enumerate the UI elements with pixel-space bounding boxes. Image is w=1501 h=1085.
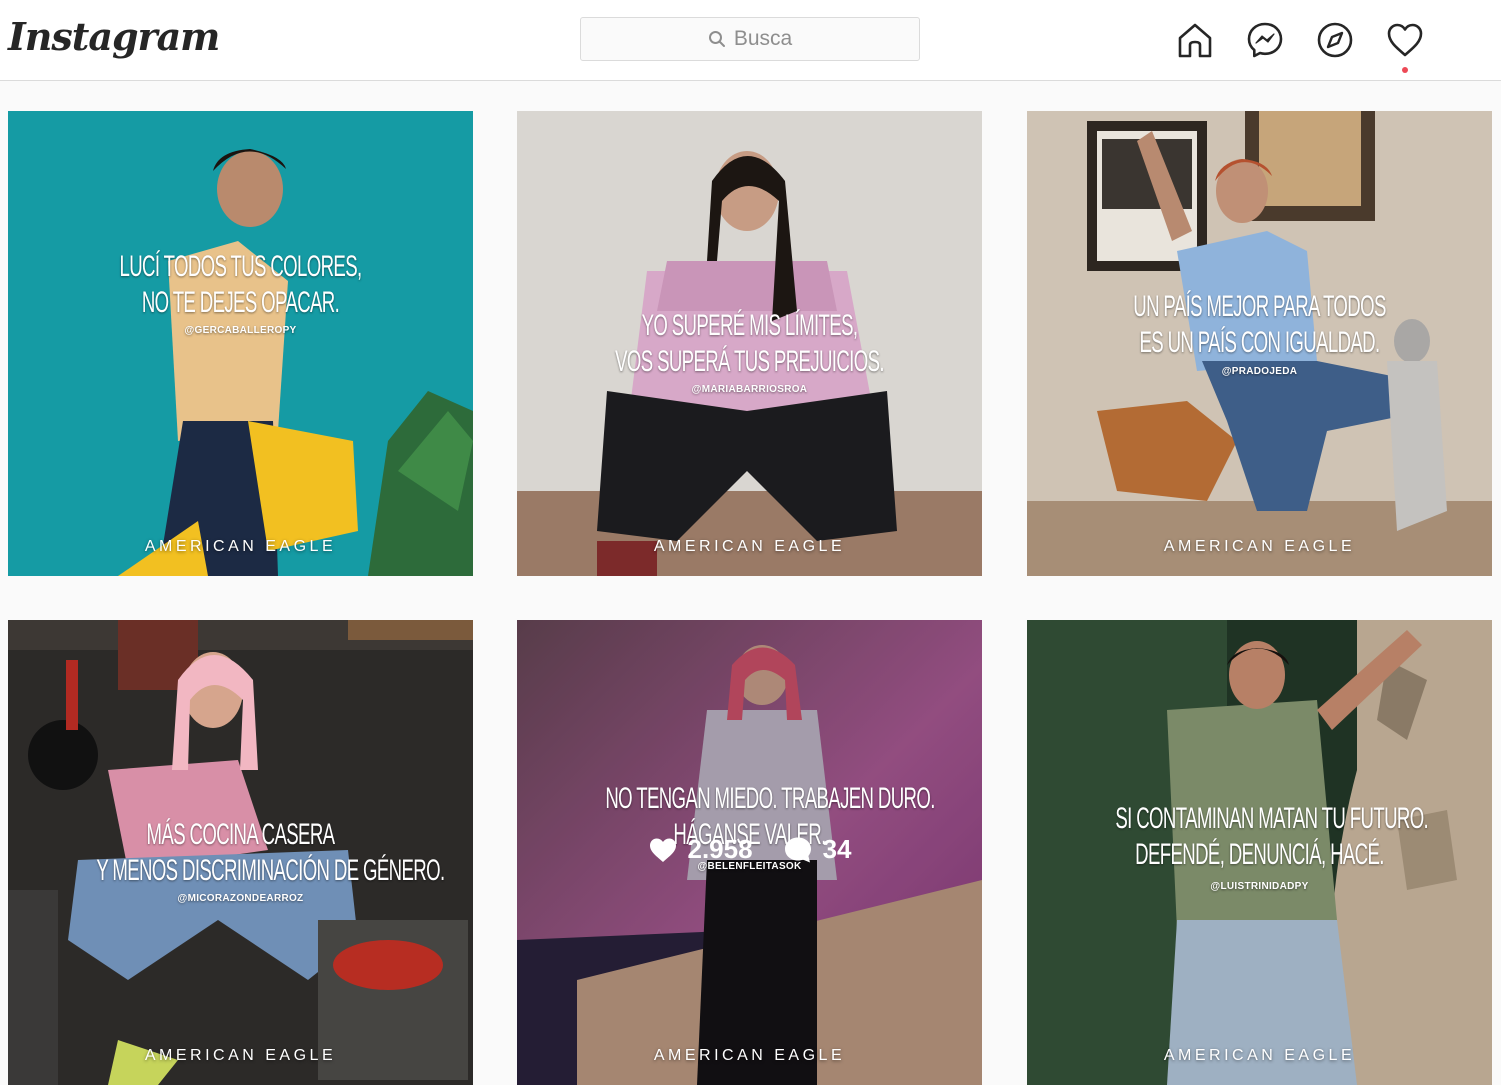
post-handle: @PRADOJEDA: [1221, 366, 1298, 377]
post-photo: [8, 111, 473, 576]
post-caption-line2: VOS SUPERÁ TUS PREJUICIOS.: [615, 345, 884, 378]
messenger-icon[interactable]: [1245, 20, 1285, 60]
comment-bubble-icon: [784, 837, 811, 862]
search-placeholder: Busca: [733, 27, 793, 50]
post-caption-line1: UN PAÍS MEJOR PARA TODOS: [1133, 290, 1386, 323]
instagram-logo[interactable]: Instagram: [8, 14, 220, 59]
post-handle: @LUISTRINIDADPY: [1210, 881, 1309, 892]
brand-watermark: AMERICAN EAGLE: [1163, 1047, 1356, 1064]
post-tile-1[interactable]: LUCÍ TODOS TUS COLORES, NO TE DEJES OPAC…: [8, 111, 473, 576]
post-tile-2[interactable]: YO SUPERÉ MIS LÍMITES, VOS SUPERÁ TUS PR…: [517, 111, 982, 576]
likes-stat: 2.958: [648, 834, 753, 865]
post-caption-line1: LUCÍ TODOS TUS COLORES,: [119, 250, 362, 283]
heart-icon: [649, 838, 676, 862]
post-tile-5[interactable]: NO TENGAN MIEDO. TRABAJEN DURO. HÁGANSE …: [517, 620, 982, 1085]
explore-compass-icon[interactable]: [1315, 20, 1355, 60]
brand-watermark: AMERICAN EAGLE: [144, 1047, 337, 1064]
post-tile-4[interactable]: MÁS COCINA CASERA Y MENOS DISCRIMINACIÓN…: [8, 620, 473, 1085]
post-handle: @MARIABARRIOSROA: [691, 384, 808, 395]
post-caption-line2: ES UN PAÍS CON IGUALDAD.: [1139, 326, 1380, 359]
comments-count: 34: [822, 834, 852, 864]
brand-watermark: AMERICAN EAGLE: [653, 1047, 846, 1064]
post-caption-line1: NO TENGAN MIEDO. TRABAJEN DURO.: [605, 782, 935, 815]
post-caption-line1: YO SUPERÉ MIS LÍMITES,: [641, 309, 858, 342]
brand-watermark: AMERICAN EAGLE: [653, 538, 846, 555]
post-handle: @GERCABALLEROPY: [184, 325, 297, 336]
post-caption-line1: SI CONTAMINAN MATAN TU FUTURO.: [1115, 802, 1429, 835]
likes-count: 2.958: [687, 834, 753, 864]
post-caption-line2: Y MENOS DISCRIMINACIÓN DE GÉNERO.: [96, 854, 445, 887]
comments-stat: 34: [783, 834, 852, 865]
brand-watermark: AMERICAN EAGLE: [1163, 538, 1356, 555]
search-icon: [708, 30, 726, 48]
post-handle: @MICORAZONDEARROZ: [177, 893, 304, 904]
post-tile-3[interactable]: UN PAÍS MEJOR PARA TODOS ES UN PAÍS CON …: [1027, 111, 1492, 576]
brand-watermark: AMERICAN EAGLE: [144, 538, 337, 555]
top-navigation-bar: Instagram Busca: [0, 0, 1501, 81]
post-caption-line1: MÁS COCINA CASERA: [146, 818, 336, 851]
post-caption-line2: NO TE DEJES OPACAR.: [141, 286, 340, 319]
post-tile-6[interactable]: SI CONTAMINAN MATAN TU FUTURO. DEFENDÉ, …: [1027, 620, 1492, 1085]
activity-heart-icon[interactable]: [1385, 20, 1425, 60]
home-icon[interactable]: [1175, 20, 1215, 60]
notification-dot: [1402, 67, 1408, 73]
search-input[interactable]: Busca: [580, 17, 920, 61]
post-hover-stats: 2.958 34: [517, 834, 982, 865]
post-caption-line2: DEFENDÉ, DENUNCIÁ, HACÉ.: [1135, 838, 1384, 871]
